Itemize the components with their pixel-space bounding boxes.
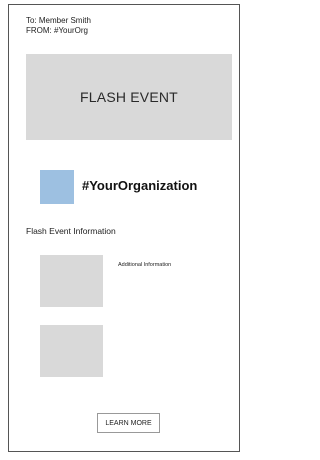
image-placeholder-2 (40, 325, 103, 377)
organization-name: #YourOrganization (82, 178, 198, 193)
hero-title: FLASH EVENT (80, 89, 178, 105)
recipient-line: To: Member Smith (26, 16, 91, 25)
email-header: To: Member Smith FROM: #YourOrg (26, 16, 91, 35)
sender-line: FROM: #YourOrg (26, 25, 88, 35)
section-title: Flash Event Information (26, 226, 116, 236)
additional-info-text: Additional Information (118, 262, 172, 268)
image-placeholder-1 (40, 255, 103, 307)
hero-banner: FLASH EVENT (26, 54, 232, 140)
organization-logo (40, 170, 74, 204)
learn-more-button[interactable]: LEARN MORE (97, 413, 160, 433)
